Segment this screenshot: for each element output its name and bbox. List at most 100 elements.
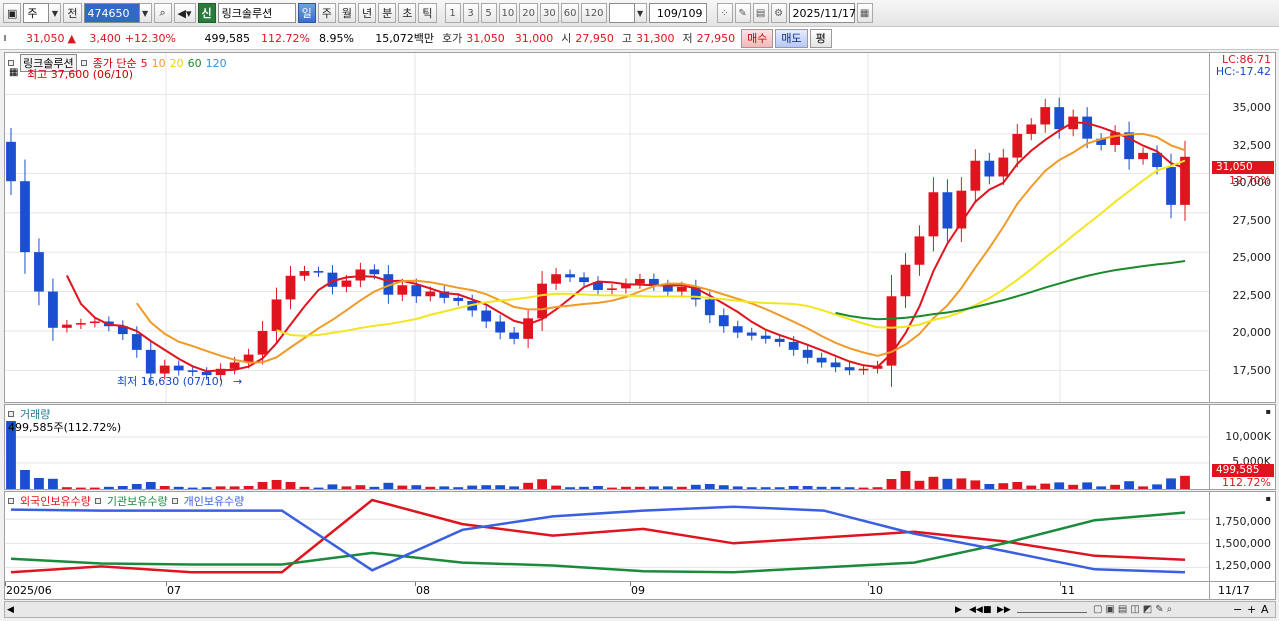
- date-input[interactable]: 2025/11/17: [788, 3, 856, 23]
- tab-period-second[interactable]: 초: [398, 3, 417, 23]
- tab-period-minute[interactable]: 분: [378, 3, 397, 23]
- candle-body: [1180, 156, 1190, 205]
- volume-bar: [676, 486, 687, 489]
- volume-bar: [20, 470, 30, 489]
- auto-scale-icon[interactable]: A: [1261, 603, 1275, 616]
- candle-body: [341, 280, 352, 287]
- hoga-group: 호가 31,050 31,000: [438, 27, 557, 49]
- save-icon[interactable]: ▤: [752, 3, 769, 23]
- last-pct-tag: 12.70%: [1229, 174, 1271, 187]
- chart-tools-icons[interactable]: ▢▣▤◫◩✎⌕: [1093, 604, 1233, 615]
- draw-icon[interactable]: ✎: [734, 3, 751, 23]
- minus-icon[interactable]: −: [1233, 603, 1247, 616]
- candle-body: [6, 141, 16, 182]
- legend-ma5[interactable]: 5: [141, 57, 148, 70]
- volume-bar: [970, 480, 981, 489]
- volume-value: 499,585: [204, 31, 251, 45]
- chart-scrollbar[interactable]: ◀ ▶ ◀◀ ■ ▶▶ ▢▣▤◫◩✎⌕ − + A: [4, 601, 1276, 618]
- candle-body: [1054, 107, 1065, 130]
- volume-bar: [1124, 481, 1134, 489]
- high-label: 고: [621, 32, 632, 45]
- volume-bar: [467, 485, 478, 489]
- close-pane-icon[interactable]: ▪: [1266, 494, 1271, 503]
- candle-body: [676, 286, 687, 292]
- volume-pane[interactable]: 거래량 499,585주(112.72%): [4, 404, 1210, 490]
- tab-period-day[interactable]: 일: [297, 3, 316, 23]
- eval-button[interactable]: 평: [809, 28, 832, 48]
- interval-120[interactable]: 120: [581, 3, 607, 23]
- buy-button[interactable]: 매수: [741, 28, 774, 48]
- chevron-down-icon[interactable]: ▼: [634, 3, 647, 23]
- sell-button[interactable]: 매도: [775, 28, 808, 48]
- candle-body: [425, 291, 436, 297]
- y-tick: 1,250,000: [1215, 559, 1271, 572]
- interval-10[interactable]: 10: [498, 3, 518, 23]
- square-icon: [4, 35, 6, 41]
- legend-institution[interactable]: 기관보유수량: [107, 493, 168, 509]
- x-axis: 2025/06 07 08 09 10 11: [4, 582, 1210, 600]
- tab-period-tick[interactable]: 틱: [418, 3, 437, 23]
- volume-bar: [760, 487, 771, 489]
- holding-pane[interactable]: 외국인보유수량 기관보유수량 개인보유수량: [4, 491, 1210, 582]
- gear-icon[interactable]: ⚙: [770, 3, 787, 23]
- tab-period-year[interactable]: 년: [358, 3, 377, 23]
- price-pane[interactable]: 링크솔루션 종가 단순 5 10 20 60 120 최고 37,600 (06…: [4, 52, 1210, 403]
- search-icon[interactable]: ⌕: [153, 3, 172, 23]
- legend-individual[interactable]: 개인보유수량: [184, 493, 245, 509]
- chevron-down-icon[interactable]: ▼: [49, 3, 62, 23]
- legend-ma60[interactable]: 60: [188, 57, 202, 70]
- volume-bar: [523, 482, 534, 489]
- candle-body: [732, 326, 743, 333]
- legend-ma10[interactable]: 10: [152, 57, 166, 70]
- candle-body: [579, 277, 589, 283]
- interval-20[interactable]: 20: [519, 3, 538, 23]
- prev-button[interactable]: 전: [63, 3, 82, 23]
- legend-ma120[interactable]: 120: [206, 57, 227, 70]
- candle-body: [1166, 167, 1176, 205]
- speaker-icon[interactable]: ◀▾: [173, 3, 196, 23]
- candle-body: [34, 252, 44, 292]
- volume-bar: [173, 486, 184, 489]
- forward-icon[interactable]: ▶▶: [997, 605, 1011, 615]
- stop-icon[interactable]: ■: [983, 605, 997, 615]
- y-tick: 1,500,000: [1215, 537, 1271, 550]
- interval-1[interactable]: 1: [444, 3, 461, 23]
- open-label: 시: [561, 32, 572, 45]
- legend-ma20[interactable]: 20: [170, 57, 184, 70]
- interval-3[interactable]: 3: [462, 3, 479, 23]
- volume-bar: [1096, 486, 1107, 489]
- scroll-left-icon[interactable]: ◀: [5, 605, 15, 615]
- tab-period-week[interactable]: 주: [317, 3, 336, 23]
- interval-60[interactable]: 60: [560, 3, 580, 23]
- volume-bar: [900, 471, 911, 489]
- count-field[interactable]: 109 /109: [648, 3, 707, 23]
- volume-bar: [201, 487, 212, 489]
- rewind-icon[interactable]: ◀◀: [969, 605, 983, 615]
- interval-custom-input[interactable]: [608, 3, 635, 23]
- volume-bar: [159, 486, 170, 489]
- plus-icon[interactable]: +: [1247, 603, 1261, 616]
- dots-icon[interactable]: ⁘: [716, 3, 733, 23]
- volume-bar: [635, 486, 645, 489]
- interval-5[interactable]: 5: [480, 3, 497, 23]
- institution-holding-line: [10, 511, 1186, 574]
- layout-icon[interactable]: ▣: [3, 3, 22, 23]
- turnover-value: 8.95%: [319, 31, 354, 45]
- stock-code-input[interactable]: 474650: [83, 3, 140, 23]
- zoom-slider[interactable]: [1017, 607, 1087, 613]
- volume-bar: [872, 487, 883, 489]
- close-pane-icon[interactable]: ▪: [1266, 407, 1271, 416]
- legend-foreign[interactable]: 외국인보유수량: [20, 493, 91, 509]
- chevron-down-icon[interactable]: ▼: [139, 3, 152, 23]
- hoga-label: 호가: [442, 32, 463, 45]
- toolbar: ▣ 주 ▼ 전 474650 ▼ ⌕ ◀▾ 신 링크솔루션 일 주 월 년 분 …: [0, 0, 1279, 27]
- interval-30[interactable]: 30: [539, 3, 559, 23]
- market-select[interactable]: 주: [23, 3, 50, 23]
- candle-body: [1026, 124, 1037, 134]
- tab-period-month[interactable]: 월: [337, 3, 357, 23]
- calendar-icon[interactable]: ▦: [856, 3, 873, 23]
- candle-body: [131, 334, 142, 350]
- candle-body: [355, 269, 366, 281]
- scroll-right-icon[interactable]: ▶: [955, 605, 969, 615]
- candle-body: [928, 192, 939, 237]
